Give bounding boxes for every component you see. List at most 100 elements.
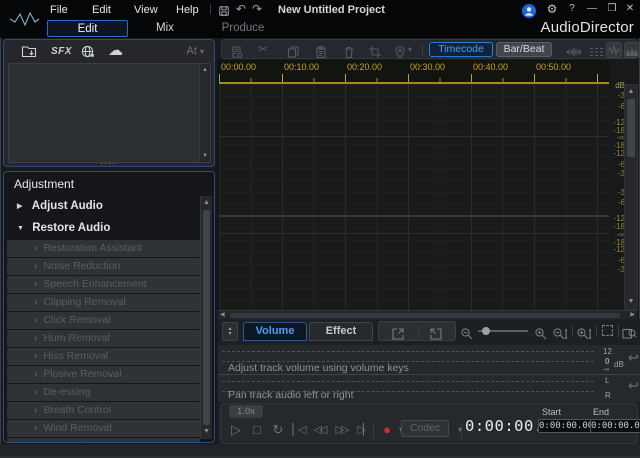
- marquee-select-icon[interactable]: [602, 325, 613, 336]
- titlebar-separator: [210, 4, 211, 14]
- zoom-to-region-icon[interactable]: [622, 325, 637, 343]
- adjustment-item-noise-reduction[interactable]: ›Noise Reduction: [7, 258, 200, 275]
- play-button[interactable]: ▷: [226, 420, 246, 440]
- sfx-library-button[interactable]: SFX: [51, 46, 72, 62]
- adjustment-scroll-thumb[interactable]: [203, 210, 210, 425]
- download-content-globe-icon[interactable]: [80, 43, 96, 59]
- bar-beat-button[interactable]: Bar/Beat: [496, 42, 552, 57]
- panel-resize-handle[interactable]: ····: [100, 160, 116, 166]
- menu-file[interactable]: File: [44, 3, 74, 17]
- paste-icon[interactable]: [314, 43, 328, 61]
- scroll-down-icon[interactable]: ▼: [625, 297, 637, 307]
- zoom-separator: [572, 325, 573, 337]
- timeline-vertical-scrollbar[interactable]: ▲ ▼: [624, 84, 638, 310]
- pitch-bend-icon[interactable]: [588, 43, 604, 61]
- adjustment-item-clipping-removal[interactable]: ›Clipping Removal: [7, 294, 200, 311]
- adjustment-scrollbar[interactable]: ▲ ▼: [200, 196, 212, 439]
- zoom-slider-handle[interactable]: [482, 327, 490, 335]
- adjustment-item-restoration-assistant[interactable]: ›Restoration Assistant: [7, 240, 200, 257]
- edit-file-icon[interactable]: [230, 43, 244, 61]
- go-to-start-button[interactable]: ▏◁: [288, 420, 308, 440]
- waveform-canvas[interactable]: [219, 84, 609, 310]
- end-time-field[interactable]: 0:00:00.000: [590, 419, 640, 433]
- adjustment-item-click-removal[interactable]: ›Click Removal: [7, 312, 200, 329]
- minimize-button[interactable]: —: [584, 2, 600, 16]
- tab-mix[interactable]: Mix: [130, 20, 200, 37]
- zoom-out-vertical-icon[interactable]: [552, 325, 568, 343]
- scroll-down-icon[interactable]: ▼: [201, 427, 212, 437]
- tab-edit[interactable]: Edit: [47, 20, 128, 37]
- menu-edit[interactable]: Edit: [86, 3, 117, 17]
- marker-pin-icon[interactable]: [394, 43, 406, 61]
- menu-help[interactable]: Help: [170, 3, 205, 17]
- tab-produce[interactable]: Produce: [208, 20, 278, 37]
- section-adjust-audio[interactable]: ▶ Adjust Audio: [7, 196, 200, 216]
- save-icon[interactable]: [218, 3, 230, 17]
- adjustment-item-speech-enhancement[interactable]: ›Speech Enhancement: [7, 276, 200, 293]
- spectral-view-button[interactable]: [624, 42, 640, 58]
- tab-volume[interactable]: Volume: [243, 322, 307, 341]
- fast-forward-button[interactable]: ▷▷: [331, 420, 351, 440]
- crop-trim-icon[interactable]: [368, 43, 382, 61]
- adjustment-item-dereverb[interactable]: ›DeReverb: [7, 438, 200, 443]
- import-media-icon[interactable]: [21, 43, 37, 59]
- start-time-field[interactable]: 0:00:00.000: [538, 419, 596, 433]
- adjustment-item-de-essing[interactable]: ›De-essing: [7, 384, 200, 401]
- scroll-up-icon[interactable]: ▲: [201, 198, 212, 208]
- item-label: Breath Control: [43, 404, 111, 416]
- adjustment-item-hiss-removal[interactable]: ›Hiss Removal: [7, 348, 200, 365]
- library-scrollbar[interactable]: ▲ ▼: [199, 64, 210, 162]
- help-button[interactable]: ?: [564, 2, 580, 16]
- panel-expand-button[interactable]: ▴ ▾: [222, 322, 238, 341]
- volume-scale-mid: 0: [605, 358, 609, 366]
- pan-keyframe-row[interactable]: Pan track audio left or right L R ↩: [218, 375, 640, 402]
- adjustment-item-hum-removal[interactable]: ›Hum Removal: [7, 330, 200, 347]
- adjustment-item-breath-control[interactable]: ›Breath Control: [7, 402, 200, 419]
- adjustment-item-wind-removal[interactable]: ›Wind Removal: [7, 420, 200, 437]
- pan-hint-text: Pan track audio left or right: [228, 389, 353, 401]
- marker-caret-icon[interactable]: ▾: [408, 45, 412, 54]
- settings-gear-icon[interactable]: ⚙: [544, 2, 560, 16]
- redo-icon[interactable]: ↷: [252, 2, 262, 16]
- hscroll-thumb[interactable]: [230, 313, 620, 318]
- keyframe-in-icon[interactable]: [391, 325, 405, 343]
- section-restore-audio[interactable]: ▼ Restore Audio: [7, 218, 200, 238]
- stop-button[interactable]: □: [247, 420, 267, 440]
- scroll-down-icon[interactable]: ▼: [200, 151, 210, 161]
- loop-button[interactable]: ↻: [268, 420, 288, 440]
- menu-view[interactable]: View: [128, 3, 164, 17]
- volume-keyframe-row[interactable]: Adjust track volume using volume keys 12…: [218, 345, 640, 374]
- timeline-horizontal-scrollbar[interactable]: ◀ ▶: [218, 310, 637, 319]
- scroll-up-icon[interactable]: ▲: [625, 87, 637, 97]
- zoom-out-horizontal-icon[interactable]: [460, 325, 474, 343]
- undo-icon[interactable]: ↶: [236, 2, 246, 16]
- zoom-slider[interactable]: [478, 330, 528, 332]
- codec-button[interactable]: Codec: [401, 420, 449, 437]
- tab-effect[interactable]: Effect: [309, 322, 373, 341]
- timeline-ruler[interactable]: 00:00.00 00:10.00 00:20.00 00:30.00 00:4…: [219, 60, 609, 84]
- user-avatar[interactable]: [522, 2, 536, 20]
- waveform-view-button[interactable]: [606, 42, 622, 58]
- chevron-icon: ›: [34, 438, 37, 443]
- media-library-list[interactable]: ▲ ▼: [8, 63, 211, 163]
- vscroll-thumb[interactable]: [627, 99, 635, 157]
- copy-icon[interactable]: [286, 43, 300, 61]
- delete-trash-icon[interactable]: [342, 43, 356, 61]
- maximize-button[interactable]: ❒: [604, 2, 620, 16]
- cloud-icon[interactable]: ☁: [108, 41, 123, 57]
- go-to-end-button[interactable]: ▷▏: [353, 420, 373, 440]
- time-stretch-icon[interactable]: [566, 43, 582, 61]
- zoom-in-horizontal-icon[interactable]: [534, 325, 548, 343]
- close-button[interactable]: ✕: [622, 2, 638, 16]
- track-divider[interactable]: [219, 215, 609, 217]
- rewind-button[interactable]: ◁◁: [309, 420, 329, 440]
- volume-reset-icon[interactable]: ↩: [628, 350, 639, 366]
- pan-reset-icon[interactable]: ↩: [628, 378, 639, 394]
- timecode-button[interactable]: Timecode: [429, 42, 493, 57]
- sort-button[interactable]: At ▾: [187, 45, 204, 57]
- scroll-up-icon[interactable]: ▲: [200, 65, 210, 75]
- cut-icon[interactable]: ✂: [258, 42, 268, 56]
- playback-speed-button[interactable]: 1.0x: [229, 405, 263, 418]
- zoom-in-vertical-icon[interactable]: [576, 325, 592, 343]
- adjustment-item-plosive-removal[interactable]: ›Plosive Removal: [7, 366, 200, 383]
